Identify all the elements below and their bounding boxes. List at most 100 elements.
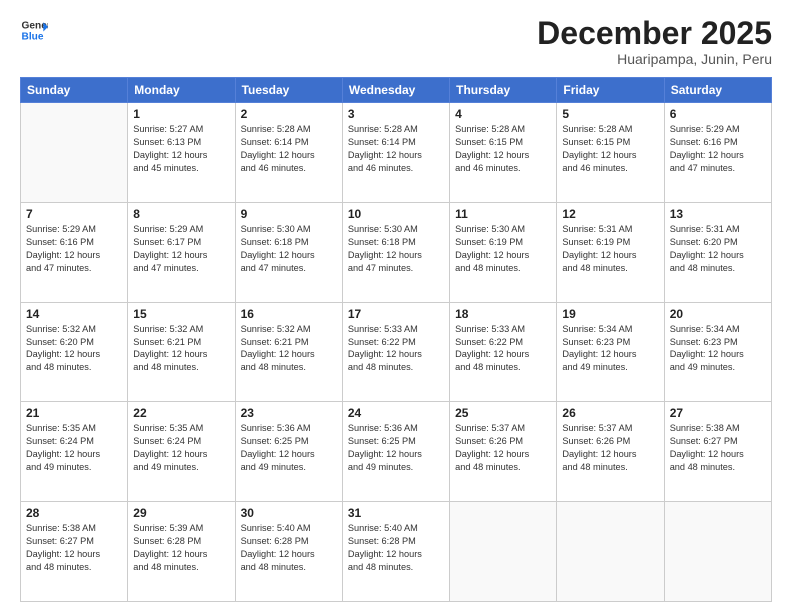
calendar-cell: 10 Sunrise: 5:30 AM Sunset: 6:18 PM Dayli… [342, 202, 449, 302]
day-info: Sunrise: 5:30 AM Sunset: 6:19 PM Dayligh… [455, 223, 551, 275]
day-info: Sunrise: 5:37 AM Sunset: 6:26 PM Dayligh… [562, 422, 658, 474]
day-info: Sunrise: 5:32 AM Sunset: 6:21 PM Dayligh… [133, 323, 229, 375]
generalblue-logo-icon: General Blue [20, 16, 48, 44]
day-number: 12 [562, 207, 658, 221]
calendar-cell: 26 Sunrise: 5:37 AM Sunset: 6:26 PM Dayli… [557, 402, 664, 502]
calendar-cell [664, 502, 771, 602]
calendar-cell: 7 Sunrise: 5:29 AM Sunset: 6:16 PM Daylig… [21, 202, 128, 302]
col-header-thursday: Thursday [450, 78, 557, 103]
calendar-cell: 22 Sunrise: 5:35 AM Sunset: 6:24 PM Dayli… [128, 402, 235, 502]
day-number: 15 [133, 307, 229, 321]
day-info: Sunrise: 5:36 AM Sunset: 6:25 PM Dayligh… [348, 422, 444, 474]
col-header-monday: Monday [128, 78, 235, 103]
day-number: 5 [562, 107, 658, 121]
day-number: 4 [455, 107, 551, 121]
day-info: Sunrise: 5:27 AM Sunset: 6:13 PM Dayligh… [133, 123, 229, 175]
calendar-cell: 18 Sunrise: 5:33 AM Sunset: 6:22 PM Dayli… [450, 302, 557, 402]
day-info: Sunrise: 5:31 AM Sunset: 6:20 PM Dayligh… [670, 223, 766, 275]
col-header-tuesday: Tuesday [235, 78, 342, 103]
day-info: Sunrise: 5:40 AM Sunset: 6:28 PM Dayligh… [348, 522, 444, 574]
calendar-cell: 15 Sunrise: 5:32 AM Sunset: 6:21 PM Dayli… [128, 302, 235, 402]
day-number: 17 [348, 307, 444, 321]
day-number: 21 [26, 406, 122, 420]
calendar-cell: 31 Sunrise: 5:40 AM Sunset: 6:28 PM Dayli… [342, 502, 449, 602]
header: General Blue December 2025 Huaripampa, J… [20, 16, 772, 67]
calendar-cell: 14 Sunrise: 5:32 AM Sunset: 6:20 PM Dayli… [21, 302, 128, 402]
calendar-cell: 11 Sunrise: 5:30 AM Sunset: 6:19 PM Dayli… [450, 202, 557, 302]
col-header-sunday: Sunday [21, 78, 128, 103]
day-number: 25 [455, 406, 551, 420]
calendar-cell: 5 Sunrise: 5:28 AM Sunset: 6:15 PM Daylig… [557, 103, 664, 203]
day-info: Sunrise: 5:35 AM Sunset: 6:24 PM Dayligh… [133, 422, 229, 474]
calendar-cell: 19Sunrise: 5:34 AM Sunset: 6:23 PM Dayli… [557, 302, 664, 402]
day-number: 1 [133, 107, 229, 121]
calendar-cell: 23 Sunrise: 5:36 AM Sunset: 6:25 PM Dayli… [235, 402, 342, 502]
day-number: 18 [455, 307, 551, 321]
col-header-saturday: Saturday [664, 78, 771, 103]
day-info: Sunrise: 5:37 AM Sunset: 6:26 PM Dayligh… [455, 422, 551, 474]
day-info: Sunrise: 5:33 AM Sunset: 6:22 PM Dayligh… [348, 323, 444, 375]
day-info: Sunrise: 5:32 AM Sunset: 6:20 PM Dayligh… [26, 323, 122, 375]
calendar-cell: 3 Sunrise: 5:28 AM Sunset: 6:14 PM Daylig… [342, 103, 449, 203]
calendar-cell: 6 Sunrise: 5:29 AM Sunset: 6:16 PM Daylig… [664, 103, 771, 203]
day-number: 10 [348, 207, 444, 221]
day-info: Sunrise: 5:30 AM Sunset: 6:18 PM Dayligh… [348, 223, 444, 275]
calendar-cell: 2 Sunrise: 5:28 AM Sunset: 6:14 PM Daylig… [235, 103, 342, 203]
col-header-wednesday: Wednesday [342, 78, 449, 103]
day-number: 6 [670, 107, 766, 121]
day-info: Sunrise: 5:33 AM Sunset: 6:22 PM Dayligh… [455, 323, 551, 375]
day-info: Sunrise: 5:36 AM Sunset: 6:25 PM Dayligh… [241, 422, 337, 474]
day-info: Sunrise: 5:39 AM Sunset: 6:28 PM Dayligh… [133, 522, 229, 574]
calendar-cell: 30 Sunrise: 5:40 AM Sunset: 6:28 PM Dayli… [235, 502, 342, 602]
day-info: Sunrise: 5:28 AM Sunset: 6:14 PM Dayligh… [241, 123, 337, 175]
calendar-cell: 13 Sunrise: 5:31 AM Sunset: 6:20 PM Dayli… [664, 202, 771, 302]
calendar-cell: 8Sunrise: 5:29 AM Sunset: 6:17 PM Daylig… [128, 202, 235, 302]
day-info: Sunrise: 5:29 AM Sunset: 6:16 PM Dayligh… [26, 223, 122, 275]
month-title: December 2025 [537, 16, 772, 51]
day-info: Sunrise: 5:28 AM Sunset: 6:14 PM Dayligh… [348, 123, 444, 175]
day-info: Sunrise: 5:28 AM Sunset: 6:15 PM Dayligh… [455, 123, 551, 175]
day-number: 30 [241, 506, 337, 520]
calendar-cell: 24 Sunrise: 5:36 AM Sunset: 6:25 PM Dayli… [342, 402, 449, 502]
day-number: 20 [670, 307, 766, 321]
day-number: 23 [241, 406, 337, 420]
day-number: 3 [348, 107, 444, 121]
day-info: Sunrise: 5:30 AM Sunset: 6:18 PM Dayligh… [241, 223, 337, 275]
col-header-friday: Friday [557, 78, 664, 103]
day-number: 24 [348, 406, 444, 420]
calendar-cell: 28Sunrise: 5:38 AM Sunset: 6:27 PM Dayli… [21, 502, 128, 602]
day-number: 29 [133, 506, 229, 520]
day-number: 22 [133, 406, 229, 420]
day-number: 2 [241, 107, 337, 121]
day-info: Sunrise: 5:28 AM Sunset: 6:15 PM Dayligh… [562, 123, 658, 175]
day-number: 31 [348, 506, 444, 520]
day-number: 7 [26, 207, 122, 221]
day-number: 28 [26, 506, 122, 520]
day-info: Sunrise: 5:31 AM Sunset: 6:19 PM Dayligh… [562, 223, 658, 275]
day-info: Sunrise: 5:29 AM Sunset: 6:16 PM Dayligh… [670, 123, 766, 175]
calendar-cell: 29 Sunrise: 5:39 AM Sunset: 6:28 PM Dayli… [128, 502, 235, 602]
day-info: Sunrise: 5:38 AM Sunset: 6:27 PM Dayligh… [670, 422, 766, 474]
day-number: 26 [562, 406, 658, 420]
calendar-cell: 17 Sunrise: 5:33 AM Sunset: 6:22 PM Dayli… [342, 302, 449, 402]
day-number: 9 [241, 207, 337, 221]
logo: General Blue [20, 16, 48, 44]
calendar-cell: 25 Sunrise: 5:37 AM Sunset: 6:26 PM Dayli… [450, 402, 557, 502]
calendar-cell: 9 Sunrise: 5:30 AM Sunset: 6:18 PM Daylig… [235, 202, 342, 302]
calendar-cell: 20 Sunrise: 5:34 AM Sunset: 6:23 PM Dayli… [664, 302, 771, 402]
calendar-cell: 4 Sunrise: 5:28 AM Sunset: 6:15 PM Daylig… [450, 103, 557, 203]
day-info: Sunrise: 5:35 AM Sunset: 6:24 PM Dayligh… [26, 422, 122, 474]
day-info: Sunrise: 5:40 AM Sunset: 6:28 PM Dayligh… [241, 522, 337, 574]
day-number: 11 [455, 207, 551, 221]
day-number: 14 [26, 307, 122, 321]
calendar-cell: 16Sunrise: 5:32 AM Sunset: 6:21 PM Dayli… [235, 302, 342, 402]
day-info: Sunrise: 5:32 AM Sunset: 6:21 PM Dayligh… [241, 323, 337, 375]
calendar-cell: 21 Sunrise: 5:35 AM Sunset: 6:24 PM Dayli… [21, 402, 128, 502]
day-number: 13 [670, 207, 766, 221]
day-info: Sunrise: 5:29 AM Sunset: 6:17 PM Dayligh… [133, 223, 229, 275]
location-subtitle: Huaripampa, Junin, Peru [537, 51, 772, 67]
calendar-cell [21, 103, 128, 203]
calendar-cell: 27Sunrise: 5:38 AM Sunset: 6:27 PM Dayli… [664, 402, 771, 502]
title-block: December 2025 Huaripampa, Junin, Peru [537, 16, 772, 67]
day-info: Sunrise: 5:34 AM Sunset: 6:23 PM Dayligh… [670, 323, 766, 375]
